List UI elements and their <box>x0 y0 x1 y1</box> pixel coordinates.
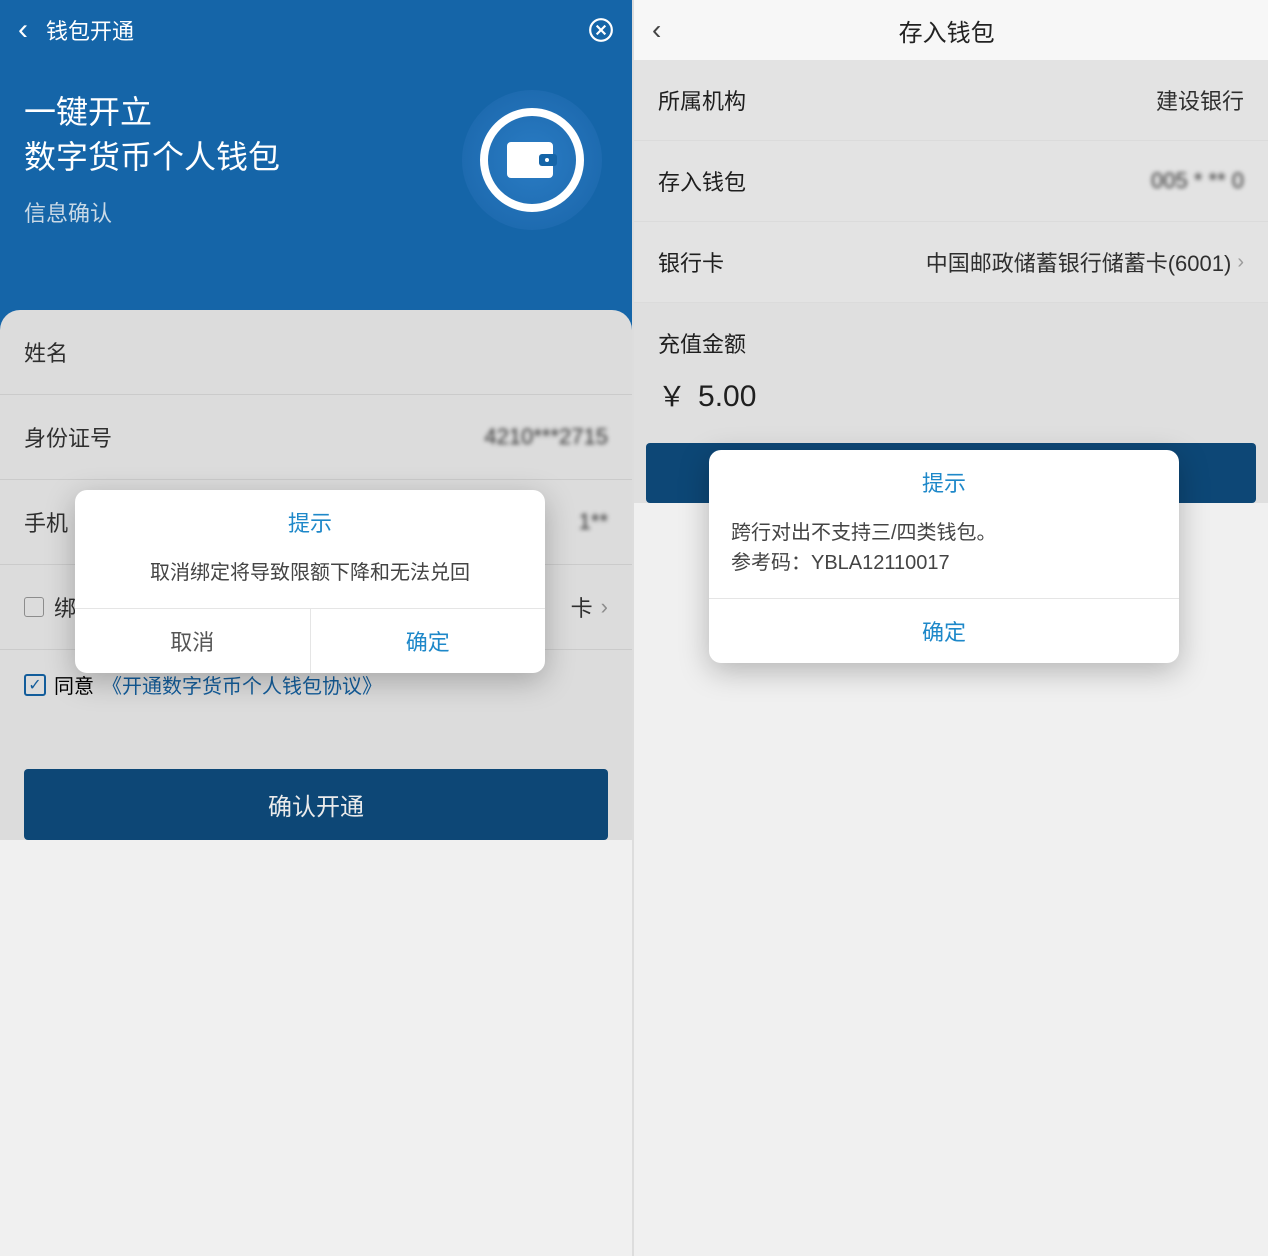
screen-deposit-wallet: ‹ 存入钱包 所属机构 建设银行 存入钱包 005 * ** 0 银行卡 中国邮… <box>634 0 1268 1256</box>
cancel-button[interactable]: 取消 <box>75 609 311 673</box>
row-wallet[interactable]: 存入钱包 005 * ** 0 <box>634 141 1268 222</box>
amount-label: 充值金额 <box>634 303 1268 369</box>
row-label: 所属机构 <box>658 84 746 116</box>
row-value: 中国邮政储蓄银行储蓄卡(6001) <box>926 246 1232 278</box>
row-label: 手机 <box>24 506 68 538</box>
agreement-link[interactable]: 《开通数字货币个人钱包协议》 <box>102 670 382 699</box>
row-label: 身份证号 <box>24 421 112 453</box>
page-title: 存入钱包 <box>671 13 1250 48</box>
row-label: 姓名 <box>24 336 68 368</box>
wallet-badge <box>462 90 602 230</box>
row-value: 1** <box>579 509 608 535</box>
dialog-body: 跨行对出不支持三/四类钱包。 参考码：YBLA12110017 <box>709 508 1179 598</box>
amount-value[interactable]: ￥ 5.00 <box>634 369 1268 435</box>
confirm-open-button[interactable]: 确认开通 <box>24 769 608 840</box>
row-value: 4210***2715 <box>484 424 608 450</box>
header: ‹ 钱包开通 <box>0 0 632 60</box>
row-value: 005 * ** 0 <box>1151 168 1244 194</box>
agree-label: 同意 <box>54 670 94 699</box>
row-org: 所属机构 建设银行 <box>634 60 1268 141</box>
dialog-unbind-warning: 提示 取消绑定将导致限额下降和无法兑回 取消 确定 <box>75 490 545 673</box>
row-name[interactable]: 姓名 <box>0 310 632 395</box>
back-icon[interactable]: ‹ <box>652 14 661 46</box>
hero-banner: 一键开立 数字货币个人钱包 信息确认 <box>0 60 632 340</box>
ok-button[interactable]: 确定 <box>709 599 1179 663</box>
row-label: 绑 <box>54 591 76 623</box>
row-id[interactable]: 身份证号 4210***2715 <box>0 395 632 480</box>
checkbox-icon[interactable] <box>24 597 44 617</box>
back-icon[interactable]: ‹ <box>18 13 28 47</box>
ok-button[interactable]: 确定 <box>311 609 546 673</box>
currency-symbol: ￥ <box>658 375 686 415</box>
row-bank-card[interactable]: 银行卡 中国邮政储蓄银行储蓄卡(6001) › <box>634 222 1268 303</box>
dialog-title: 提示 <box>709 450 1179 508</box>
row-label: 银行卡 <box>658 246 724 278</box>
chevron-right-icon: › <box>1237 251 1244 274</box>
amount-number: 5.00 <box>698 380 756 414</box>
wallet-icon <box>507 140 557 180</box>
dialog-title: 提示 <box>75 490 545 548</box>
dialog-body: 取消绑定将导致限额下降和无法兑回 <box>75 548 545 608</box>
dialog-error: 提示 跨行对出不支持三/四类钱包。 参考码：YBLA12110017 确定 <box>709 450 1179 663</box>
row-value: 建设银行 <box>1156 84 1244 116</box>
checkbox-checked-icon[interactable]: ✓ <box>24 674 46 696</box>
row-value: 卡 <box>571 591 593 623</box>
close-icon[interactable] <box>588 17 614 43</box>
row-label: 存入钱包 <box>658 165 746 197</box>
header: ‹ 存入钱包 <box>634 0 1268 60</box>
chevron-right-icon: › <box>601 594 608 620</box>
screen-wallet-open: ‹ 钱包开通 一键开立 数字货币个人钱包 信息确认 姓名 身份证号 4210**… <box>0 0 634 1256</box>
page-title: 钱包开通 <box>46 14 588 46</box>
